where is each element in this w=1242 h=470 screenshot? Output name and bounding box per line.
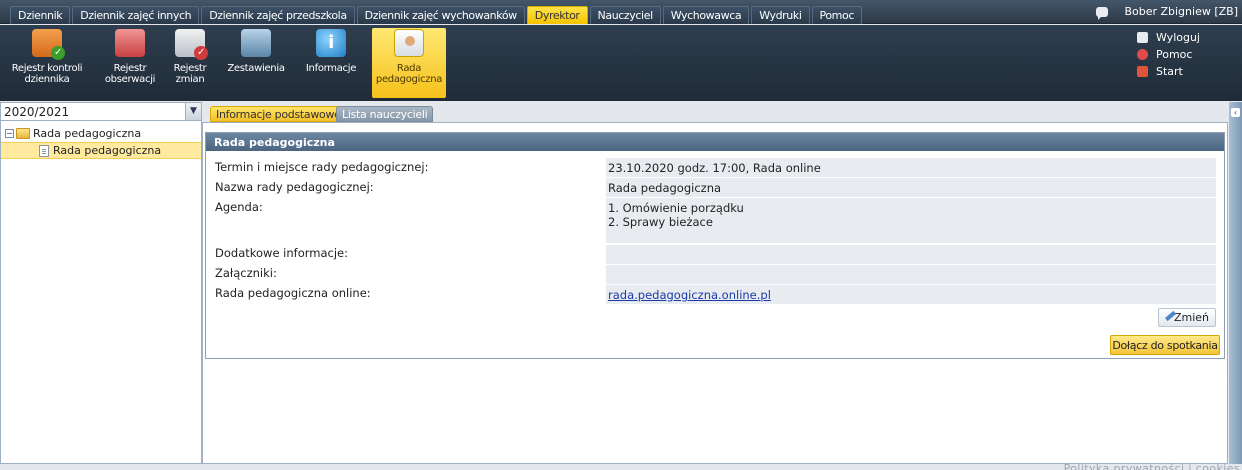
school-year-value: 2020/2021 xyxy=(4,105,70,119)
info-icon: i xyxy=(316,29,346,57)
tab-lista-nauczycieli[interactable]: Lista nauczycieli xyxy=(336,106,434,122)
menu-tab-wydruki[interactable]: Wydruki xyxy=(751,6,810,24)
label-online: Rada pedagogiczna online: xyxy=(215,286,371,300)
module-toolbar: Rejestr kontroli dziennika Rejestr obser… xyxy=(0,25,1242,101)
label-agenda: Agenda: xyxy=(215,200,263,214)
home-icon xyxy=(1137,66,1148,77)
teacher-council-icon xyxy=(394,29,424,57)
value-dodatkowe xyxy=(606,245,1216,264)
left-tree-panel: 2020/2021 ▼ − Rada pedagogiczna Rada ped… xyxy=(0,102,202,464)
menu-tab-pomoc[interactable]: Pomoc xyxy=(811,6,862,24)
menu-tab-dziennik-zajec-innych[interactable]: Dziennik zajęć innych xyxy=(72,6,200,24)
panel-title: Rada pedagogiczna xyxy=(206,133,1224,151)
quick-links: Wyloguj Pomoc Start xyxy=(1137,29,1200,80)
tool-rejestr-obserwacji-label-2: obserwacji xyxy=(104,74,156,85)
lifebuoy-icon xyxy=(1137,49,1148,60)
tool-informacje[interactable]: i Informacje xyxy=(300,28,362,98)
tool-rejestr-obserwacji-label-1: Rejestr xyxy=(113,63,147,74)
register-control-icon xyxy=(32,29,65,60)
tree-node-root[interactable]: − Rada pedagogiczna xyxy=(1,125,201,142)
value-nazwa: Rada pedagogiczna xyxy=(606,178,1216,197)
observation-register-icon xyxy=(115,29,145,57)
label-nazwa: Nazwa rady pedagogicznej: xyxy=(215,180,374,194)
menu-tab-nauczyciel[interactable]: Nauczyciel xyxy=(589,6,661,24)
edit-button-label: Zmień xyxy=(1173,311,1209,324)
tree-node-child-label: Rada pedagogiczna xyxy=(53,144,162,157)
label-zalaczniki: Załączniki: xyxy=(215,266,277,280)
tool-rejestr-kontroli-label-1: Rejestr kontroli xyxy=(11,63,83,74)
value-online: rada.pedagogiczna.online.pl xyxy=(606,285,1216,304)
menu-tab-dziennik-przedszkola[interactable]: Dziennik zajęć przedszkola xyxy=(201,6,355,24)
tree-node-child[interactable]: Rada pedagogiczna xyxy=(1,142,201,159)
tool-rada-label-1: Rada xyxy=(396,63,422,74)
agenda-item-1: 1. Omówienie porządku xyxy=(608,201,744,215)
value-zalaczniki xyxy=(606,265,1216,284)
tool-rejestr-zmian[interactable]: Rejestr zmian xyxy=(168,28,212,98)
menu-tab-wychowawca[interactable]: Wychowawca xyxy=(662,6,750,24)
reports-icon xyxy=(241,29,271,57)
value-agenda: 1. Omówienie porządku 2. Sprawy bieżace xyxy=(606,198,1216,243)
link-pomoc-label: Pomoc xyxy=(1156,48,1193,61)
edit-button[interactable]: Zmień xyxy=(1158,308,1216,327)
chat-icon[interactable] xyxy=(1096,6,1109,20)
tool-rada-label-2: pedagogiczna xyxy=(375,74,443,85)
tool-rejestr-kontroli[interactable]: Rejestr kontroli dziennika xyxy=(4,28,90,98)
main-menu-tabs: Dziennik Dziennik zajęć innych Dziennik … xyxy=(10,6,864,24)
link-wyloguj[interactable]: Wyloguj xyxy=(1137,29,1200,46)
join-meeting-button[interactable]: Dołącz do spotkania xyxy=(1110,335,1220,355)
document-icon xyxy=(39,144,49,157)
label-termin: Termin i miejsce rady pedagogicznej: xyxy=(215,160,429,174)
link-pomoc[interactable]: Pomoc xyxy=(1137,46,1200,63)
tool-rejestr-obserwacji[interactable]: Rejestr obserwacji xyxy=(102,28,158,98)
user-name[interactable]: Bober Zbigniew [ZB] xyxy=(1124,5,1238,18)
user-area: Bober Zbigniew [ZB] xyxy=(1096,5,1238,20)
tool-rada-pedagogiczna[interactable]: Rada pedagogiczna xyxy=(372,28,446,98)
chevron-left-icon[interactable]: ‹ xyxy=(1231,108,1240,117)
link-start-label: Start xyxy=(1156,65,1183,78)
menu-tab-dziennik[interactable]: Dziennik xyxy=(10,6,71,24)
online-meeting-link[interactable]: rada.pedagogiczna.online.pl xyxy=(608,288,771,302)
menu-tab-dyrektor[interactable]: Dyrektor xyxy=(526,6,588,24)
chevron-down-icon[interactable]: ▼ xyxy=(185,103,201,120)
tool-rejestr-kontroli-label-2: dziennika xyxy=(24,74,70,85)
tool-zestawienia-label: Zestawienia xyxy=(227,63,285,74)
menu-tab-dziennik-wychowankow[interactable]: Dziennik zajęć wychowanków xyxy=(356,6,525,24)
council-tree: − Rada pedagogiczna Rada pedagogiczna xyxy=(1,125,201,159)
value-termin: 23.10.2020 godz. 17:00, Rada online xyxy=(606,158,1216,177)
link-wyloguj-label: Wyloguj xyxy=(1156,31,1200,44)
school-year-select[interactable]: 2020/2021 ▼ xyxy=(1,103,201,121)
tool-rejestr-zmian-label-2: zmian xyxy=(175,74,205,85)
label-dodatkowe: Dodatkowe informacje: xyxy=(215,246,348,260)
collapse-toggle-icon[interactable]: − xyxy=(5,129,14,138)
privacy-footer-link[interactable]: Polityka prywatności i cookies xyxy=(1064,462,1240,470)
tool-rejestr-zmian-label-1: Rejestr xyxy=(173,63,207,74)
agenda-item-2: 2. Sprawy bieżace xyxy=(608,215,713,229)
link-start[interactable]: Start xyxy=(1137,63,1200,80)
lock-icon xyxy=(1137,32,1148,43)
tree-node-root-label: Rada pedagogiczna xyxy=(33,127,142,140)
tab-informacje-podstawowe[interactable]: Informacje podstawowe xyxy=(210,106,347,122)
change-register-icon xyxy=(175,29,208,60)
folder-open-icon xyxy=(16,128,30,139)
tool-informacje-label: Informacje xyxy=(305,63,357,74)
content-tabs: Informacje podstawowe Lista nauczycieli xyxy=(206,102,1228,122)
tool-zestawienia[interactable]: Zestawienia xyxy=(224,28,288,98)
collapsed-side-panel[interactable]: ‹ xyxy=(1229,102,1242,464)
top-menu-bar: Dziennik Dziennik zajęć innych Dziennik … xyxy=(0,0,1242,24)
